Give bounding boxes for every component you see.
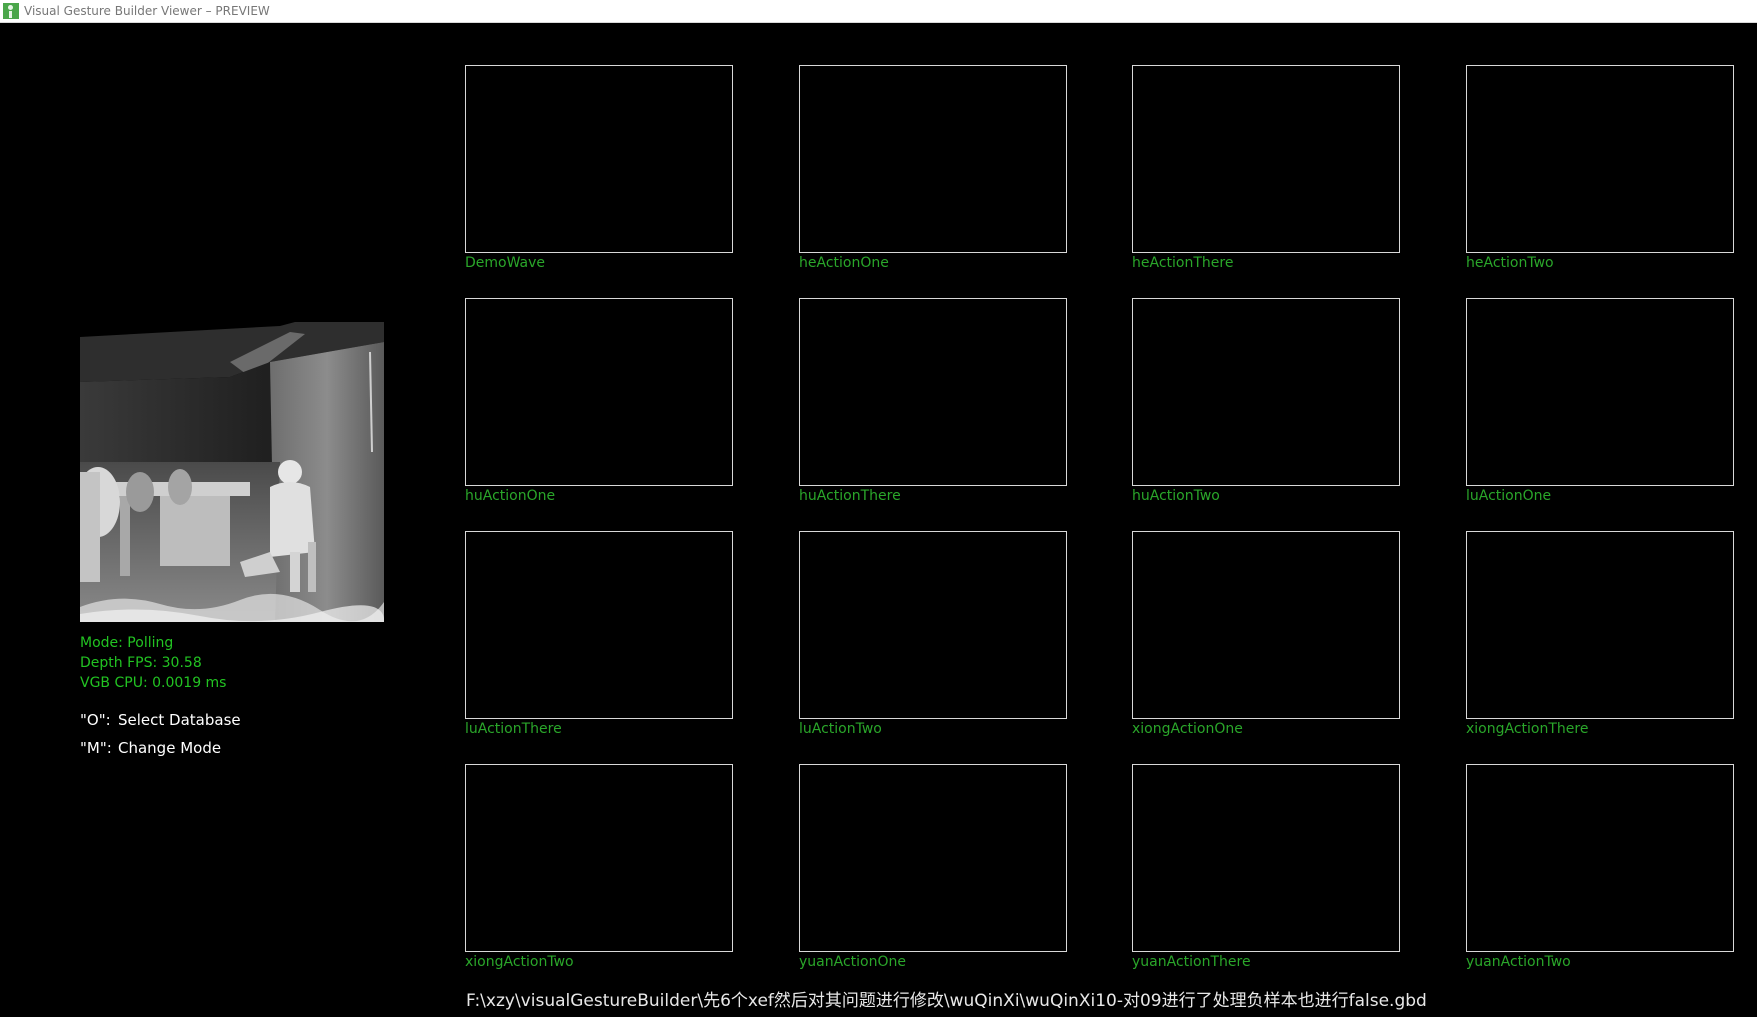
gesture-label: xiongActionOne [1132,721,1243,737]
gesture-label: heActionOne [799,255,889,271]
gesture-label: xiongActionThere [1466,721,1589,737]
vgb-cpu-status: VGB CPU: 0.0019 ms [80,675,227,691]
window-title: Visual Gesture Builder Viewer – PREVIEW [24,4,270,18]
help-key: "M": [80,739,112,757]
gesture-result-panel [1132,65,1400,253]
app-icon [3,3,19,19]
gesture-tile: yuanActionThere [1132,764,1400,971]
gesture-result-panel [1132,764,1400,952]
gesture-result-panel [1466,298,1734,486]
gesture-label: luActionOne [1466,488,1552,504]
gesture-tile: xiongActionTwo [465,764,733,971]
database-path: F:\xzy\visualGestureBuilder\先6个xef然后对其问题… [466,991,1427,1011]
gesture-tile: luActionThere [465,531,733,738]
gesture-tile: huActionThere [799,298,1067,505]
gesture-result-panel [799,764,1067,952]
gesture-result-panel [1466,764,1734,952]
gesture-tile: huActionTwo [1132,298,1400,505]
gesture-tile: DemoWave [465,65,733,272]
gesture-label: huActionOne [465,488,556,504]
app-window: Visual Gesture Builder Viewer – PREVIEW [0,0,1757,1017]
gesture-label: DemoWave [465,255,546,271]
gesture-tile: yuanActionOne [799,764,1067,971]
gesture-label: yuanActionTwo [1466,954,1571,970]
gesture-tile: xiongActionOne [1132,531,1400,738]
gesture-result-panel [1466,65,1734,253]
gesture-label: luActionThere [465,721,562,737]
gesture-result-panel [465,65,733,253]
help-action: Change Mode [118,739,222,757]
depth-fps-status: Depth FPS: 30.58 [80,655,202,671]
gesture-label: yuanActionOne [799,954,906,970]
gesture-tile: huActionOne [465,298,733,505]
gesture-result-panel [799,298,1067,486]
gesture-result-panel [465,764,733,952]
gesture-label: xiongActionTwo [465,954,574,970]
help-key: "O": [80,711,111,729]
help-select-database: "O": Select Database [80,711,241,729]
depth-image [80,322,384,622]
gesture-result-panel [465,298,733,486]
gesture-tile: xiongActionThere [1466,531,1734,738]
gesture-result-panel [799,531,1067,719]
gesture-result-panel [1132,531,1400,719]
gesture-label: heActionThere [1132,255,1234,271]
mode-status: Mode: Polling [80,635,174,651]
gesture-label: huActionThere [799,488,901,504]
help-change-mode: "M": Change Mode [80,739,221,757]
help-action: Select Database [118,711,241,729]
gesture-result-panel [1132,298,1400,486]
gesture-tile: luActionTwo [799,531,1067,738]
gesture-result-panel [799,65,1067,253]
gesture-result-panel [1466,531,1734,719]
gesture-label: yuanActionThere [1132,954,1251,970]
gesture-tile: heActionOne [799,65,1067,272]
depth-camera-view [80,322,384,622]
gesture-label: heActionTwo [1466,255,1554,271]
title-bar[interactable]: Visual Gesture Builder Viewer – PREVIEW [0,0,1757,23]
gesture-tile: luActionOne [1466,298,1734,505]
gesture-tile: heActionTwo [1466,65,1734,272]
gesture-label: huActionTwo [1132,488,1220,504]
gesture-result-panel [465,531,733,719]
gesture-tile: heActionThere [1132,65,1400,272]
gesture-tile: yuanActionTwo [1466,764,1734,971]
gesture-label: luActionTwo [799,721,882,737]
